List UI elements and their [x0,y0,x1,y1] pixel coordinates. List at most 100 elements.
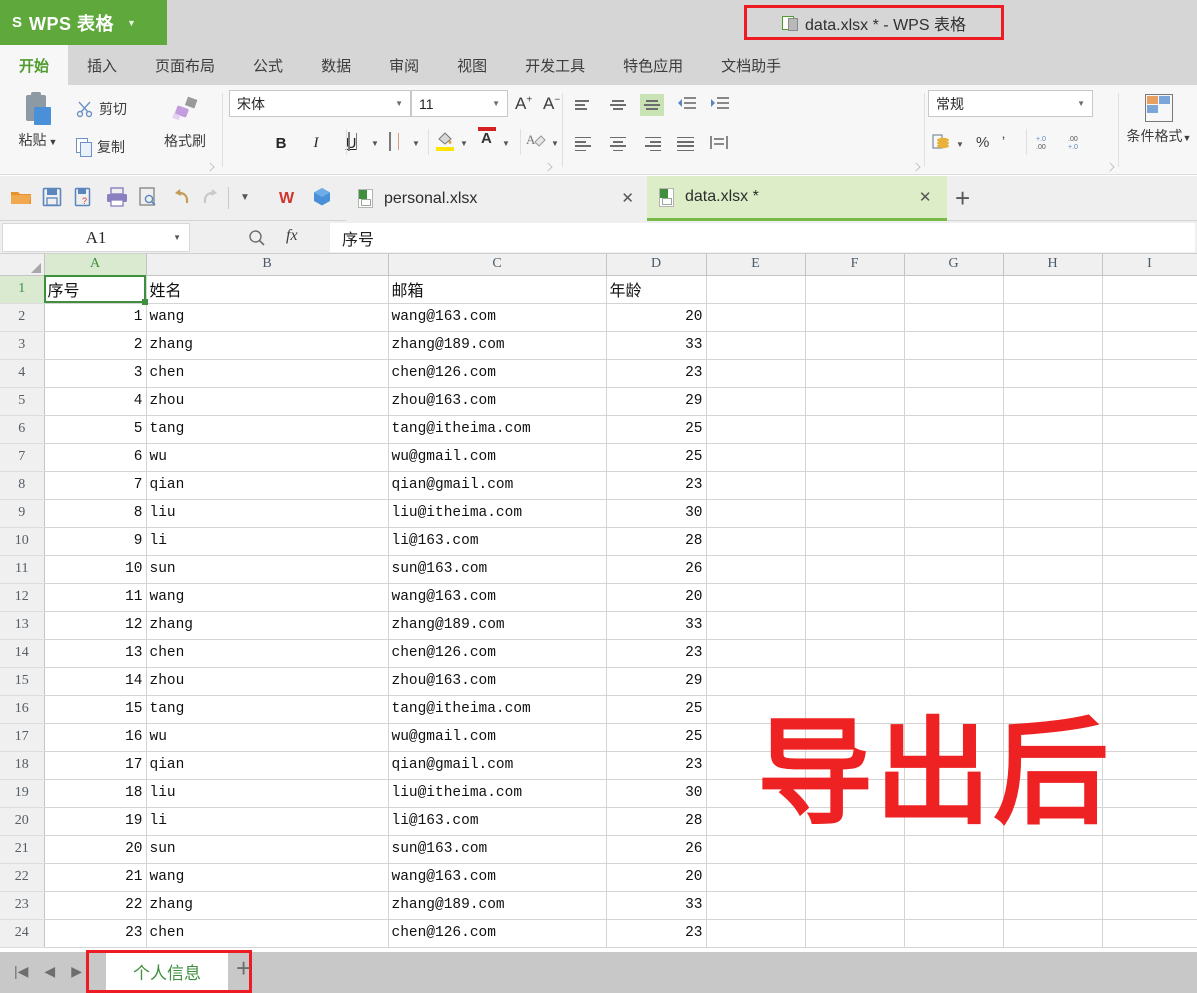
cell-empty[interactable] [1003,359,1103,388]
chevron-down-icon[interactable]: ▼ [502,139,510,148]
cell-empty[interactable] [1003,723,1103,752]
cell-B4[interactable]: chen [146,359,389,388]
cell-A14[interactable]: 13 [44,639,147,668]
cell-empty[interactable] [1102,331,1197,360]
row-header[interactable]: 10 [0,527,45,556]
cell-empty[interactable] [805,303,905,332]
cell-empty[interactable] [1003,499,1103,528]
cell-C19[interactable]: liu@itheima.com [388,779,607,808]
cell-empty[interactable] [706,919,806,948]
cell-empty[interactable] [805,527,905,556]
table-row[interactable]: 7 6 wu wu@gmail.com 25 [0,443,1197,472]
search-formula-icon[interactable] [248,229,266,247]
wps-cloud-icon[interactable]: W [278,187,300,209]
cell-empty[interactable] [1102,863,1197,892]
name-box[interactable]: A1 ▼ [2,223,190,252]
cell-D18[interactable]: 23 [606,751,707,780]
cell-empty[interactable] [706,835,806,864]
align-justify-button[interactable] [674,133,698,155]
table-row[interactable]: 8 7 qian qian@gmail.com 23 [0,471,1197,500]
cell-empty[interactable] [904,275,1004,304]
first-sheet-button[interactable]: |◀ [14,963,28,980]
cell-C4[interactable]: chen@126.com [388,359,607,388]
align-top-button[interactable] [572,94,596,116]
cell-empty[interactable] [1102,555,1197,584]
cell-empty[interactable] [706,667,806,696]
row-header[interactable]: 18 [0,751,45,780]
cell-empty[interactable] [1102,583,1197,612]
cell-empty[interactable] [805,751,905,780]
cell-B7[interactable]: wu [146,443,389,472]
copy-button[interactable]: 复制 [76,137,125,157]
cell-empty[interactable] [904,611,1004,640]
row-header[interactable]: 16 [0,695,45,724]
chevron-down-icon[interactable]: ▼ [956,140,964,149]
cell-empty[interactable] [1003,555,1103,584]
cell-empty[interactable] [706,415,806,444]
tab-developer[interactable]: 开发工具 [506,45,604,85]
italic-button[interactable]: I [304,131,328,155]
comma-format-button[interactable]: ʼ [1002,134,1005,150]
table-row[interactable]: 1 序号 姓名 邮箱 年龄 [0,275,1197,304]
cell-A12[interactable]: 11 [44,583,147,612]
tab-formulas[interactable]: 公式 [234,45,302,85]
cell-D4[interactable]: 23 [606,359,707,388]
font-dialog-launcher[interactable] [543,162,553,172]
cell-empty[interactable] [1102,275,1197,304]
cell-empty[interactable] [904,919,1004,948]
cell-B5[interactable]: zhou [146,387,389,416]
column-header-c[interactable]: C [388,254,607,276]
column-header-h[interactable]: H [1003,254,1103,276]
customize-quick-access-caret-icon[interactable]: ▼ [240,192,262,214]
cell-empty[interactable] [706,863,806,892]
cell-B19[interactable]: liu [146,779,389,808]
cell-C17[interactable]: wu@gmail.com [388,723,607,752]
cell-D12[interactable]: 20 [606,583,707,612]
align-right-button[interactable] [640,133,664,155]
cell-D10[interactable]: 28 [606,527,707,556]
cell-empty[interactable] [904,779,1004,808]
cell-empty[interactable] [805,583,905,612]
row-header[interactable]: 21 [0,835,45,864]
cell-empty[interactable] [805,331,905,360]
column-header-g[interactable]: G [904,254,1004,276]
cell-empty[interactable] [904,863,1004,892]
table-row[interactable]: 24 23 chen chen@126.com 23 [0,919,1197,948]
table-row[interactable]: 20 19 li li@163.com 28 [0,807,1197,836]
cell-empty[interactable] [1102,527,1197,556]
cell-D14[interactable]: 23 [606,639,707,668]
cell-A2[interactable]: 1 [44,303,147,332]
cell-empty[interactable] [1003,471,1103,500]
cell-empty[interactable] [904,415,1004,444]
column-header-d[interactable]: D [606,254,707,276]
decrease-indent-button[interactable] [676,94,700,116]
cell-B13[interactable]: zhang [146,611,389,640]
row-header[interactable]: 14 [0,639,45,668]
row-header[interactable]: 4 [0,359,45,388]
cell-empty[interactable] [1102,807,1197,836]
cell-empty[interactable] [706,583,806,612]
cell-A23[interactable]: 22 [44,891,147,920]
increase-decimal-button[interactable]: +.0.00 [1036,133,1058,158]
cell-A8[interactable]: 7 [44,471,147,500]
spreadsheet-grid[interactable]: A B C D E F G H I 1 序号 姓名 邮箱 年龄 2 1 wang wang@16… [0,254,1197,952]
cell-empty[interactable] [706,639,806,668]
underline-button[interactable]: U [339,131,363,155]
cell-D3[interactable]: 33 [606,331,707,360]
cell-B3[interactable]: zhang [146,331,389,360]
cell-A20[interactable]: 19 [44,807,147,836]
cell-C8[interactable]: qian@gmail.com [388,471,607,500]
row-header[interactable]: 9 [0,499,45,528]
cell-C23[interactable]: zhang@189.com [388,891,607,920]
table-row[interactable]: 21 20 sun sun@163.com 26 [0,835,1197,864]
cell-empty[interactable] [706,471,806,500]
cell-D19[interactable]: 30 [606,779,707,808]
row-header[interactable]: 12 [0,583,45,612]
currency-format-button[interactable] [932,133,952,158]
align-bottom-button[interactable] [640,94,664,116]
cell-empty[interactable] [1102,835,1197,864]
cell-empty[interactable] [1102,695,1197,724]
cell-empty[interactable] [904,723,1004,752]
font-size-select[interactable]: 11 ▼ [411,90,508,117]
cube-icon[interactable] [312,187,334,209]
